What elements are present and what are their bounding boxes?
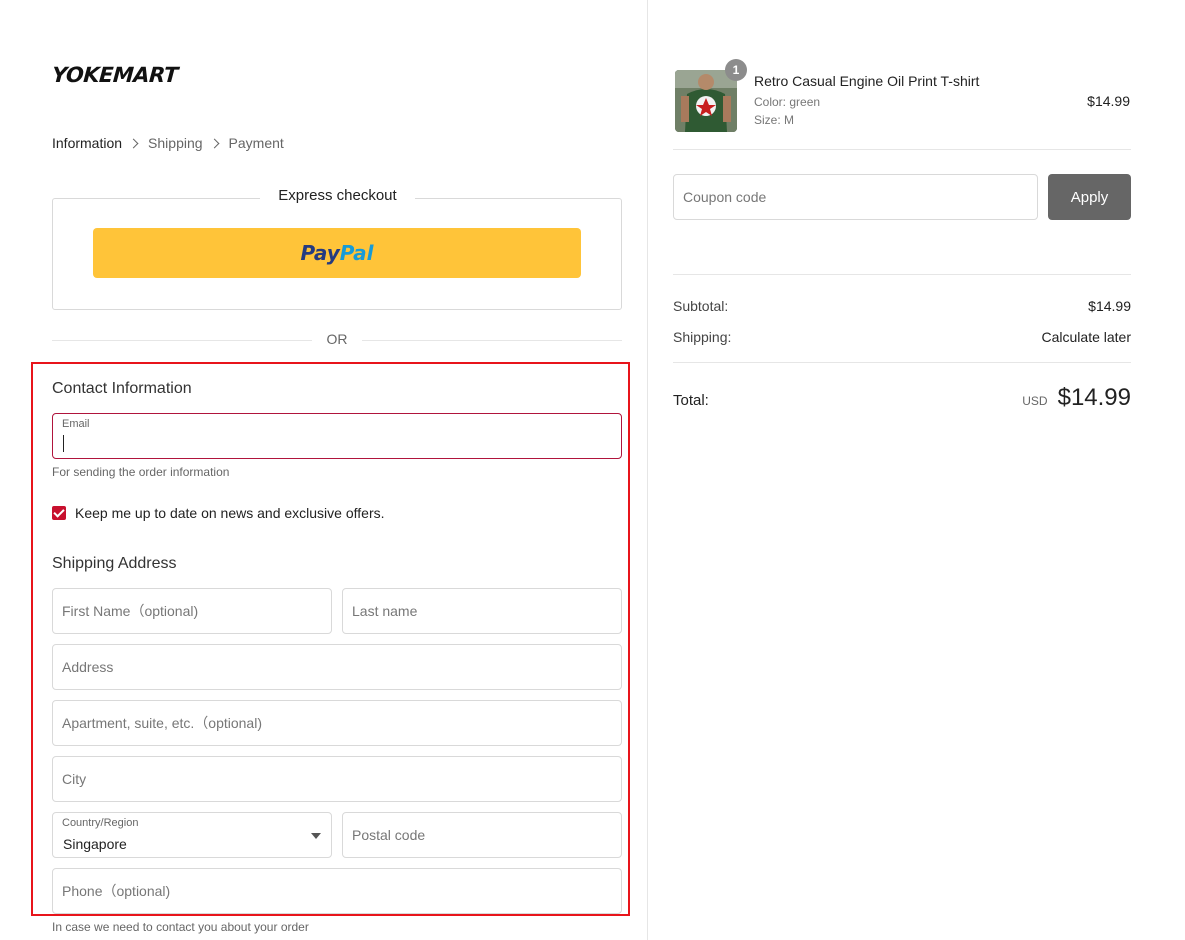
product-color: Color: green — [754, 95, 821, 109]
paypal-logo-pay: Pay — [300, 241, 340, 265]
dropdown-arrow-icon — [311, 833, 321, 839]
first-name-placeholder: First Name（optional) — [62, 603, 199, 619]
apartment-field[interactable]: Apartment, suite, etc.（optional) — [52, 700, 622, 746]
newsletter-label: Keep me up to date on news and exclusive… — [75, 505, 385, 521]
product-thumbnail — [675, 70, 737, 132]
paypal-logo-pal: Pal — [339, 241, 374, 265]
quantity-badge: 1 — [725, 59, 747, 81]
total-label: Total: — [673, 392, 709, 409]
brand-logo[interactable]: YOKEMART — [51, 63, 178, 87]
total-row: Total: USD $14.99 — [673, 384, 1131, 412]
breadcrumb: Information Shipping Payment — [52, 135, 284, 151]
subtotal-label: Subtotal: — [673, 298, 729, 314]
checkout-form-panel: YOKEMART Information Shipping Payment Ex… — [0, 0, 648, 940]
or-label: OR — [312, 331, 362, 347]
city-field[interactable]: City — [52, 756, 622, 802]
divider — [673, 149, 1131, 150]
coupon-code-field[interactable]: Coupon code — [673, 174, 1038, 220]
apartment-placeholder: Apartment, suite, etc.（optional) — [62, 715, 262, 731]
product-price: $14.99 — [1087, 93, 1130, 109]
breadcrumb-payment[interactable]: Payment — [229, 135, 284, 151]
paypal-button[interactable]: Pay Pal — [93, 228, 581, 278]
postal-code-placeholder: Postal code — [352, 827, 426, 843]
chevron-right-icon — [209, 138, 219, 148]
divider — [673, 274, 1131, 275]
total-amount: $14.99 — [1057, 384, 1131, 411]
newsletter-checkbox[interactable] — [52, 506, 66, 520]
product-size: Size: M — [754, 113, 795, 127]
first-name-field[interactable]: First Name（optional) — [52, 588, 332, 634]
email-field[interactable]: Email — [52, 413, 622, 459]
express-checkout-title: Express checkout — [260, 187, 415, 204]
shipping-row: Shipping: Calculate later — [673, 329, 1131, 345]
chevron-right-icon — [128, 138, 139, 148]
phone-field[interactable]: Phone（optional) — [52, 868, 622, 914]
phone-hint: In case we need to contact you about you… — [52, 920, 309, 934]
text-caret — [63, 435, 64, 452]
contact-information-title: Contact Information — [52, 380, 192, 397]
divider — [673, 362, 1131, 363]
newsletter-option[interactable]: Keep me up to date on news and exclusive… — [52, 505, 385, 521]
coupon-placeholder: Coupon code — [683, 189, 767, 205]
subtotal-row: Subtotal: $14.99 — [673, 298, 1131, 314]
shipping-label: Shipping: — [673, 329, 732, 345]
shipping-address-title: Shipping Address — [52, 555, 177, 572]
apply-coupon-button[interactable]: Apply — [1048, 174, 1131, 220]
country-value: Singapore — [63, 836, 127, 852]
country-select[interactable]: Country/Region Singapore — [52, 812, 332, 858]
phone-placeholder: Phone（optional) — [62, 883, 171, 899]
city-placeholder: City — [62, 771, 87, 787]
last-name-placeholder: Last name — [352, 603, 418, 619]
address-placeholder: Address — [62, 659, 114, 675]
order-summary-panel: 1 Retro Casual Engine Oil Print T-shirt … — [649, 0, 1185, 940]
address-field[interactable]: Address — [52, 644, 622, 690]
breadcrumb-information[interactable]: Information — [52, 135, 122, 151]
shipping-value: Calculate later — [1041, 329, 1132, 345]
product-name: Retro Casual Engine Oil Print T-shirt — [754, 73, 980, 89]
email-label: Email — [62, 418, 90, 430]
breadcrumb-shipping[interactable]: Shipping — [148, 135, 203, 151]
currency-code: USD — [1022, 394, 1048, 408]
total-value-group: USD $14.99 — [1022, 384, 1131, 412]
country-label: Country/Region — [62, 817, 139, 829]
email-hint: For sending the order information — [52, 465, 230, 479]
last-name-field[interactable]: Last name — [342, 588, 622, 634]
postal-code-field[interactable]: Postal code — [342, 812, 622, 858]
subtotal-value: $14.99 — [1088, 298, 1131, 314]
